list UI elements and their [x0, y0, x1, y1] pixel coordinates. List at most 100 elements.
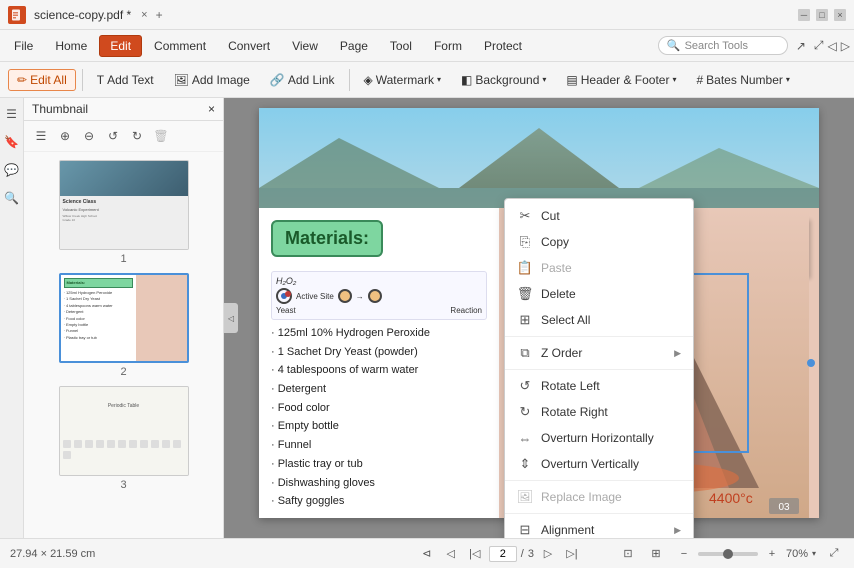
context-menu-alignment[interactable]: ⊟ Alignment ▶ — [505, 517, 693, 538]
sidebar-icons: ☰ 🔖 💬 🔍 — [0, 98, 24, 538]
toggle-panel-button[interactable]: ◁ — [224, 303, 238, 333]
background-dropdown-icon: ▾ — [542, 75, 546, 84]
thumbnail-list-icon[interactable]: ☰ — [30, 125, 52, 147]
thumbnail-rotate-left-icon[interactable]: ↺ — [102, 125, 124, 147]
zoom-slider-thumb[interactable] — [723, 549, 733, 559]
search-tools-box[interactable]: 🔍 Search Tools — [658, 36, 788, 55]
z-order-arrow-icon: ▶ — [674, 348, 681, 359]
z-order-label: Z Order — [541, 346, 666, 360]
watermark-label: Watermark — [376, 73, 434, 87]
new-tab-button[interactable]: + — [156, 8, 163, 22]
thumbnail-zoom-in-icon[interactable]: ⊕ — [54, 125, 76, 147]
thumbnail-page-3[interactable]: Periodic Table 3 — [32, 386, 215, 491]
watermark-button[interactable]: ◈ Watermark ▾ — [356, 70, 449, 90]
thumbnail-page-1[interactable]: Science Class Volcanic Experiment Willow… — [32, 160, 215, 265]
background-button[interactable]: ◧ Background ▾ — [453, 70, 554, 90]
add-text-button[interactable]: T Add Text — [89, 70, 162, 90]
add-image-button[interactable]: 🖼 Add Image — [166, 70, 258, 90]
zoom-in-button[interactable]: + — [762, 544, 782, 564]
total-pages: 3 — [528, 548, 534, 560]
menu-form[interactable]: Form — [424, 36, 472, 56]
nav-prev-page-button[interactable]: ⊲ — [417, 544, 437, 564]
header-footer-icon: ▤ — [566, 73, 577, 87]
zoom-out-button[interactable]: − — [674, 544, 694, 564]
nav-next-button[interactable]: ▷ — [538, 544, 558, 564]
nav-first-button[interactable]: |◁ — [465, 544, 485, 564]
share-icon[interactable]: ↗ — [796, 39, 806, 53]
overturn-v-label: Overturn Vertically — [541, 457, 681, 471]
document-dimensions: 27.94 × 21.59 cm — [10, 548, 409, 560]
material-item-9: · Dishwashing gloves — [271, 474, 487, 493]
copy-icon: ⎘ — [517, 234, 533, 250]
context-menu-select-all[interactable]: ⊞ Select All — [505, 307, 693, 333]
material-item-4: · Detergent — [271, 380, 487, 399]
thumbnail-page-2[interactable]: Materials: · 125ml Hydrogen Peroxide · 1… — [32, 273, 215, 378]
thumbnail-page-num-1: 1 — [120, 253, 126, 265]
menu-home[interactable]: Home — [45, 36, 97, 56]
menu-comment[interactable]: Comment — [144, 36, 216, 56]
menu-convert[interactable]: Convert — [218, 36, 280, 56]
tab-close-button[interactable]: × — [141, 9, 147, 21]
rotate-left-label: Rotate Left — [541, 379, 681, 393]
zoom-dropdown-icon[interactable]: ▾ — [812, 549, 816, 558]
document-title: science-copy.pdf * — [34, 8, 131, 22]
context-menu-cut[interactable]: ✂ Cut — [505, 203, 693, 229]
context-menu-copy[interactable]: ⎘ Copy — [505, 229, 693, 255]
menu-edit[interactable]: Edit — [99, 35, 142, 57]
nav-prev-button[interactable]: ◁ — [441, 544, 461, 564]
sidebar-bookmark-icon[interactable]: 🔖 — [2, 132, 22, 152]
thumbnail-header: Thumbnail × — [24, 98, 223, 121]
minimize-button[interactable]: ─ — [798, 9, 810, 21]
nav-last-button[interactable]: ▷| — [562, 544, 582, 564]
window-close-button[interactable]: × — [834, 9, 846, 21]
z-order-icon: ⧉ — [517, 345, 533, 361]
forward-icon[interactable]: ▷ — [841, 39, 850, 53]
thumbnail-panel: Thumbnail × ☰ ⊕ ⊖ ↺ ↻ 🗑 Science Class Vo… — [24, 98, 224, 538]
thumbnail-close-button[interactable]: × — [208, 102, 215, 116]
copy-label: Copy — [541, 235, 681, 249]
context-menu-delete[interactable]: 🗑 Delete — [505, 281, 693, 307]
menu-protect[interactable]: Protect — [474, 36, 532, 56]
menu-tool[interactable]: Tool — [380, 36, 422, 56]
sidebar-comment-icon[interactable]: 💬 — [2, 160, 22, 180]
context-menu: ✂ Cut ⎘ Copy 📋 Paste 🗑 Delete ⊞ Select A… — [504, 198, 694, 538]
sidebar-panels-icon[interactable]: ☰ — [2, 104, 22, 124]
menu-file[interactable]: File — [4, 36, 43, 56]
add-link-button[interactable]: 🔗 Add Link — [262, 70, 343, 90]
zoom-slider[interactable] — [698, 552, 758, 556]
thumbnail-rotate-right-icon[interactable]: ↻ — [126, 125, 148, 147]
context-menu-overturn-h[interactable]: ⇔ Overturn Horizontally — [505, 425, 693, 451]
context-menu-z-order[interactable]: ⧉ Z Order ▶ — [505, 340, 693, 366]
fit-width-button[interactable]: ⊞ — [646, 544, 666, 564]
zoom-controls: − + 70% ▾ — [674, 544, 816, 564]
thumbnail-zoom-out-icon[interactable]: ⊖ — [78, 125, 100, 147]
paste-icon: 📋 — [517, 260, 533, 276]
add-image-label: Add Image — [192, 73, 250, 87]
add-text-icon: T — [97, 73, 104, 87]
thumbnail-delete-icon: 🗑 — [150, 125, 172, 147]
context-menu-overturn-v[interactable]: ⇕ Overturn Vertically — [505, 451, 693, 477]
sidebar-search-icon[interactable]: 🔍 — [2, 188, 22, 208]
edit-all-button[interactable]: ✏ Edit All — [8, 69, 76, 91]
fit-page-button[interactable]: ⊡ — [618, 544, 638, 564]
zoom-level: 70% — [786, 548, 808, 560]
context-menu-rotate-left[interactable]: ↺ Rotate Left — [505, 373, 693, 399]
maximize-button[interactable]: □ — [816, 9, 828, 21]
current-page-input[interactable] — [489, 546, 517, 562]
material-item-6: · Empty bottle — [271, 417, 487, 436]
thumbnail-list: Science Class Volcanic Experiment Willow… — [24, 152, 223, 538]
materials-list: · 125ml 10% Hydrogen Peroxide · 1 Sachet… — [271, 324, 487, 511]
fullscreen-button[interactable]: ⤢ — [824, 544, 844, 564]
menu-view[interactable]: View — [282, 36, 328, 56]
context-menu-rotate-right[interactable]: ↻ Rotate Right — [505, 399, 693, 425]
bates-number-button[interactable]: # Bates Number ▾ — [688, 70, 797, 90]
header-footer-button[interactable]: ▤ Header & Footer ▾ — [558, 70, 684, 90]
rotate-left-icon: ↺ — [517, 378, 533, 394]
expand-icon[interactable]: ⤢ — [814, 38, 824, 53]
back-icon[interactable]: ◁ — [828, 39, 837, 53]
menu-page[interactable]: Page — [330, 36, 378, 56]
select-all-label: Select All — [541, 313, 681, 327]
background-label: Background — [475, 73, 539, 87]
pdf-area: ◁ — [224, 98, 854, 538]
title-bar-left: science-copy.pdf * × + — [8, 6, 163, 24]
